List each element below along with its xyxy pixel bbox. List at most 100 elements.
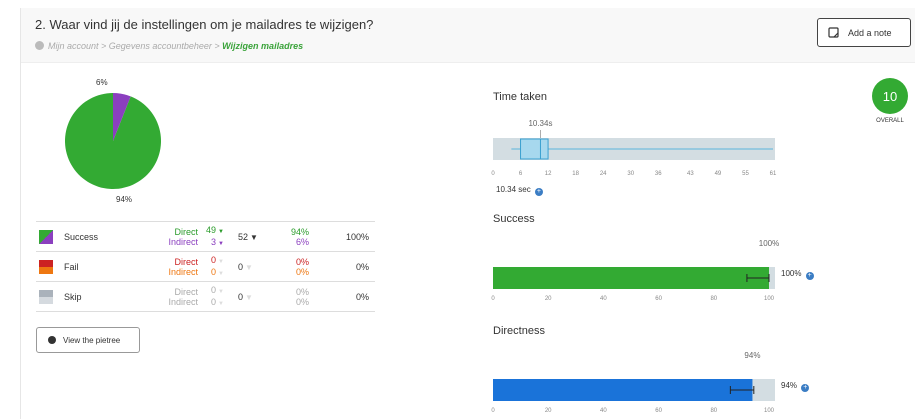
expand-icon[interactable]: + [801,384,810,392]
overall-percent: 0% [309,251,375,282]
check-icon [35,41,44,50]
result-label: Fail [56,251,140,282]
axis-tick-label: 20 [545,296,552,302]
overall-percent: 100% [309,221,375,252]
question-header: 2. Waar vind jij de instellingen om je m… [21,8,915,63]
total-count: 52 [238,231,249,242]
add-note-label: Add a note [848,27,892,38]
indirect-count: 3 [211,236,217,247]
note-icon [828,27,839,38]
direct-label: Direct [174,256,198,267]
pie-slice-direct [65,92,161,189]
breadcrumb-separator: > [211,41,223,51]
result-row-fail: Fail Direct Indirect 0 ▼ 0 ▼ 0 ▼ 0% 0% 0% [36,251,375,282]
filter-icon[interactable]: ▼ [218,229,224,235]
axis-tick-label: 60 [655,296,662,302]
time-taken-title: Time taken [493,91,548,103]
indirect-count: 0 [211,266,217,277]
overall-score-value: 10 [882,88,898,104]
axis-tick-label: 0 [491,171,495,177]
filter-icon[interactable]: ▼ [250,233,258,242]
axis-tick-label: 61 [770,171,777,177]
direct-percent: 0% [295,256,309,267]
view-pietree-button[interactable]: View the pietree [36,327,140,353]
axis-tick-label: 55 [742,171,749,177]
fail-swatch [39,259,53,274]
directness-value-label: 94% [744,351,760,360]
expand-icon[interactable]: + [805,272,814,280]
directness-axis-ticks: 0 20 40 60 80 100 [491,408,774,414]
axis-tick-label: 43 [687,171,694,177]
expand-icon[interactable]: + [534,188,543,196]
add-note-button[interactable]: Add a note [817,18,911,47]
axis-tick-label: 0 [491,296,495,302]
result-label: Success [56,221,140,252]
indirect-percent: 0% [295,266,309,277]
indirect-count: 0 [211,296,217,307]
view-pietree-label: View the pietree [63,335,121,345]
indirect-label: Indirect [168,296,198,307]
axis-tick-label: 18 [572,171,579,177]
directness-side-value: 94% [781,381,798,390]
question-card: 2. Waar vind jij de instellingen om je m… [20,8,915,419]
success-side: 100% + [781,269,814,280]
axis-tick-label: 24 [600,171,607,177]
directness-bar [493,379,753,401]
result-label: Skip [56,281,140,312]
direct-count: 0 [211,254,217,265]
overall-score-label: OVERALL [876,118,904,124]
success-pie-chart [65,92,161,189]
filter-icon: ▼ [218,270,224,277]
overall-percent: 0% [309,281,375,312]
pie-top-label: 6% [96,78,108,87]
time-summary-value: 10.34 sec [496,185,531,194]
filter-icon: ▼ [218,300,224,307]
question-title: 2. Waar vind jij de instellingen om je m… [35,17,374,32]
axis-tick-label: 49 [715,171,722,177]
indirect-label: Indirect [168,236,198,247]
time-taken-boxplot: 10.34s 0 6 12 18 24 30 36 43 49 55 61 [491,119,777,177]
success-swatch [39,229,53,244]
axis-tick-label: 80 [710,408,717,414]
result-row-success: Success Direct Indirect 49 ▼ 3 ▼ 52 ▼ 94% 6% 1… [36,221,375,252]
direct-percent: 0% [295,286,309,297]
success-bar [493,267,769,289]
iqr-box [520,138,549,160]
indirect-label: Indirect [168,266,198,277]
filter-icon: ▼ [218,288,224,295]
breadcrumb-separator: > [98,41,109,51]
pietree-icon [48,336,56,344]
time-axis-ticks: 0 6 12 18 24 30 36 43 49 55 61 [491,171,777,177]
axis-tick-label: 80 [710,296,717,302]
axis-tick-label: 0 [491,408,495,414]
axis-tick-label: 36 [655,171,662,177]
result-row-skip: Skip Direct Indirect 0 ▼ 0 ▼ 0 ▼ 0% 0% 0% [36,281,375,312]
results-table: Success Direct Indirect 49 ▼ 3 ▼ 52 ▼ 94% 6% 1… [36,221,375,312]
indirect-percent: 0% [295,296,309,307]
total-count: 0 [238,291,244,302]
directness-side: 94% + [781,381,810,392]
filter-icon: ▼ [245,292,253,302]
success-bar-chart: 100% 0 20 40 60 80 100 [491,239,779,302]
success-side-value: 100% [781,269,802,278]
time-summary: 10.34 sec + [496,185,543,196]
direct-count: 49 [206,224,217,235]
axis-tick-label: 20 [545,408,552,414]
filter-icon: ▼ [245,262,253,272]
axis-tick-label: 30 [627,171,634,177]
breadcrumb: Mijn account > Gegevens accountbeheer > … [35,41,303,51]
median-label: 10.34s [528,119,552,128]
axis-tick-label: 100 [764,296,775,302]
filter-icon: ▼ [218,258,224,265]
total-count: 0 [238,261,244,272]
breadcrumb-item: Mijn account [48,41,99,51]
directness-title: Directness [493,325,545,337]
direct-label: Direct [174,286,198,297]
axis-tick-label: 40 [600,296,607,302]
breadcrumb-item: Gegevens accountbeheer [108,41,212,51]
success-value-label: 100% [759,239,779,248]
directness-bar-chart: 94% 0 20 40 60 80 100 [491,351,775,414]
success-axis-ticks: 0 20 40 60 80 100 [491,296,774,302]
skip-swatch [39,289,53,304]
filter-icon[interactable]: ▼ [218,241,224,247]
